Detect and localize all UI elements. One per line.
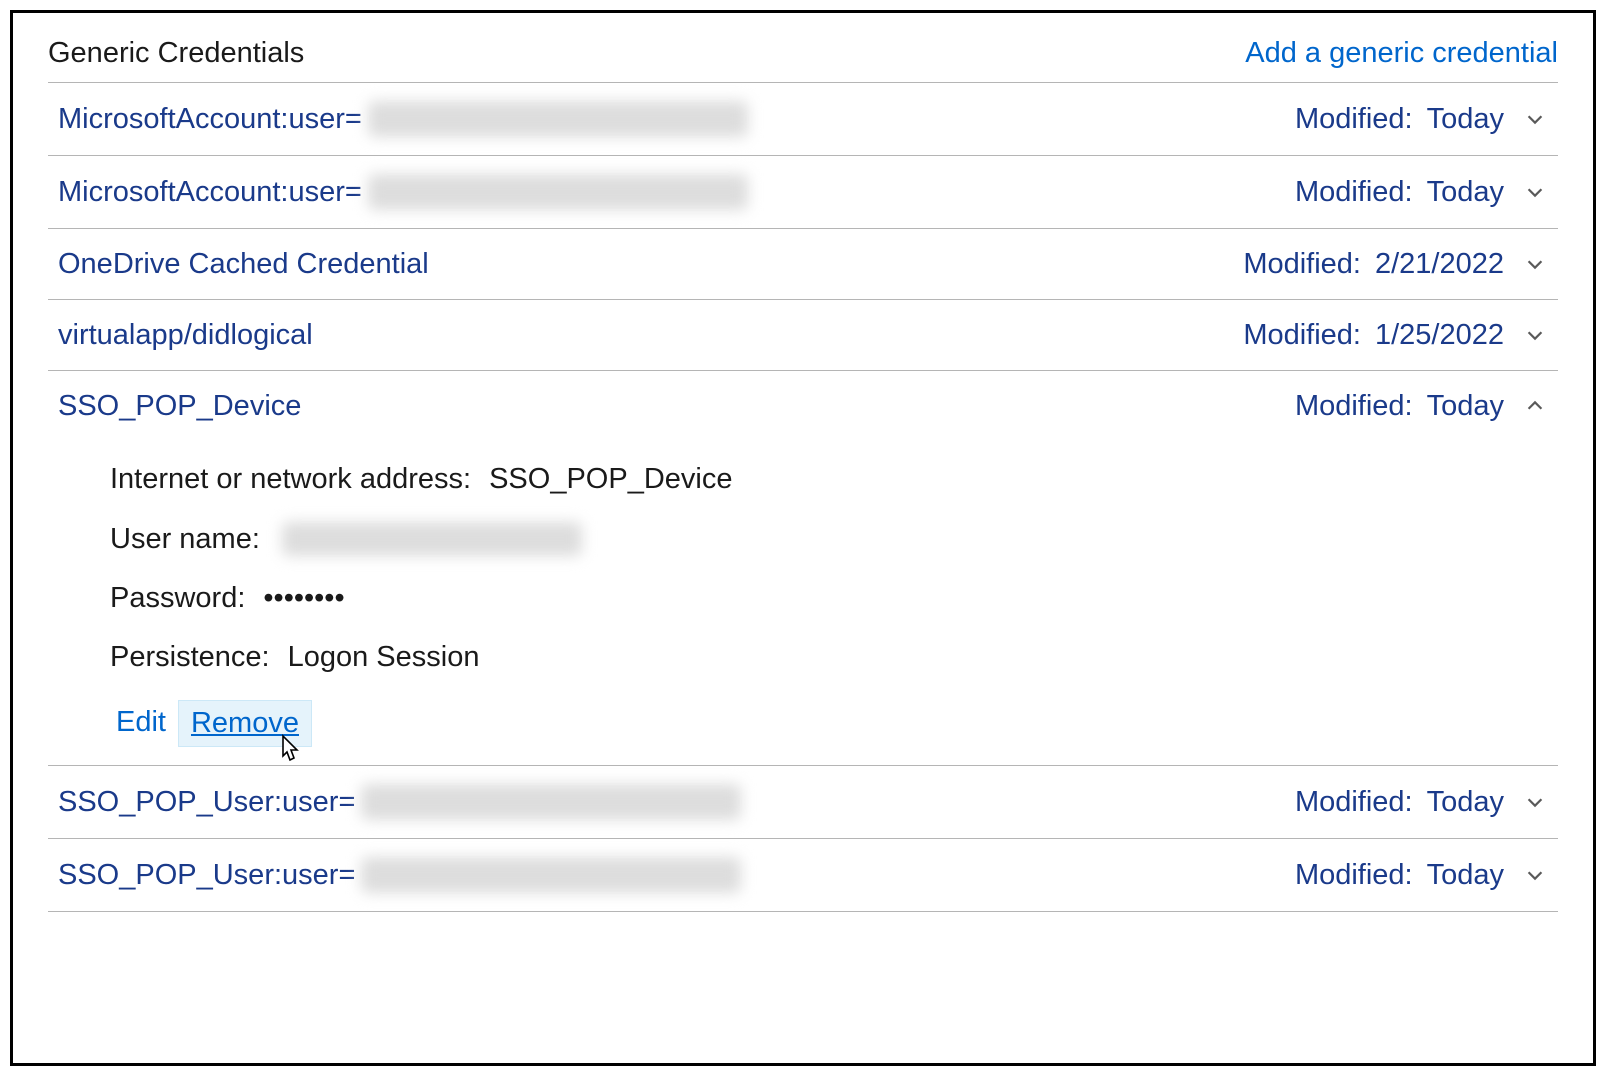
chevron-down-icon[interactable]: [1518, 858, 1552, 892]
credential-meta: Modified: Today: [1295, 102, 1552, 136]
credential-name: SSO_POP_User:user=: [58, 857, 741, 893]
credential-name-text: MicrosoftAccount:user=: [58, 176, 362, 209]
credential-name-text: SSO_POP_Device: [58, 390, 301, 423]
redacted-value: [368, 101, 748, 137]
modified-value: Today: [1427, 859, 1504, 892]
chevron-up-icon[interactable]: [1518, 389, 1552, 423]
password-mask: ••••••••: [263, 582, 344, 615]
modified-value: Today: [1427, 103, 1504, 136]
chevron-down-icon[interactable]: [1518, 102, 1552, 136]
modified-value: Today: [1427, 390, 1504, 423]
credential-name-text: SSO_POP_User:user=: [58, 786, 355, 819]
modified-label: Modified:: [1243, 319, 1361, 352]
credential-row[interactable]: SSO_POP_User:user= Modified: Today: [48, 765, 1558, 838]
chevron-down-icon[interactable]: [1518, 318, 1552, 352]
modified-value: Today: [1427, 176, 1504, 209]
section-title: Generic Credentials: [48, 37, 304, 70]
credential-detail-panel: Internet or network address: SSO_POP_Dev…: [48, 441, 1558, 765]
redacted-value: [361, 784, 741, 820]
persistence-label: Persistence:: [110, 641, 270, 674]
credential-meta: Modified: 1/25/2022: [1243, 318, 1552, 352]
redacted-value: [361, 857, 741, 893]
credential-row[interactable]: MicrosoftAccount:user= Modified: Today: [48, 82, 1558, 155]
address-label: Internet or network address:: [110, 463, 471, 496]
credential-name: SSO_POP_User:user=: [58, 784, 741, 820]
detail-password: Password: ••••••••: [110, 582, 1558, 615]
credential-name: MicrosoftAccount:user=: [58, 174, 748, 210]
modified-label: Modified:: [1295, 103, 1413, 136]
credential-row[interactable]: SSO_POP_User:user= Modified: Today: [48, 838, 1558, 912]
credential-meta: Modified: Today: [1295, 785, 1552, 819]
modified-value: 1/25/2022: [1375, 319, 1504, 352]
credential-meta: Modified: Today: [1295, 858, 1552, 892]
remove-link[interactable]: Remove: [178, 700, 312, 747]
modified-value: 2/21/2022: [1375, 248, 1504, 281]
credential-name: OneDrive Cached Credential: [58, 248, 429, 281]
credential-meta: Modified: Today: [1295, 175, 1552, 209]
redacted-value: [282, 522, 582, 556]
redacted-value: [368, 174, 748, 210]
credential-row[interactable]: virtualapp/didlogical Modified: 1/25/202…: [48, 299, 1558, 370]
credential-name-text: virtualapp/didlogical: [58, 319, 313, 352]
modified-label: Modified:: [1295, 786, 1413, 819]
credential-name: virtualapp/didlogical: [58, 319, 313, 352]
persistence-value: Logon Session: [288, 641, 480, 674]
chevron-down-icon[interactable]: [1518, 247, 1552, 281]
modified-label: Modified:: [1295, 859, 1413, 892]
modified-label: Modified:: [1295, 390, 1413, 423]
credential-row[interactable]: SSO_POP_Device Modified: Today: [48, 370, 1558, 441]
credential-row[interactable]: MicrosoftAccount:user= Modified: Today: [48, 155, 1558, 228]
credential-name: MicrosoftAccount:user=: [58, 101, 748, 137]
detail-address: Internet or network address: SSO_POP_Dev…: [110, 463, 1558, 496]
credential-name-text: MicrosoftAccount:user=: [58, 103, 362, 136]
address-value: SSO_POP_Device: [489, 463, 732, 496]
credential-meta: Modified: Today: [1295, 389, 1552, 423]
modified-label: Modified:: [1295, 176, 1413, 209]
modified-label: Modified:: [1243, 248, 1361, 281]
credential-list: MicrosoftAccount:user= Modified: Today M…: [48, 82, 1558, 912]
credential-manager-panel: Generic Credentials Add a generic creden…: [10, 10, 1596, 1066]
chevron-down-icon[interactable]: [1518, 785, 1552, 819]
edit-link[interactable]: Edit: [104, 700, 178, 747]
add-generic-credential-link[interactable]: Add a generic credential: [1245, 37, 1558, 70]
credential-name-text: OneDrive Cached Credential: [58, 248, 429, 281]
credential-meta: Modified: 2/21/2022: [1243, 247, 1552, 281]
credential-name-text: SSO_POP_User:user=: [58, 859, 355, 892]
modified-value: Today: [1427, 786, 1504, 819]
detail-actions: Edit Remove: [104, 700, 1558, 747]
chevron-down-icon[interactable]: [1518, 175, 1552, 209]
detail-username: User name:: [110, 522, 1558, 556]
detail-persistence: Persistence: Logon Session: [110, 641, 1558, 674]
password-label: Password:: [110, 582, 245, 615]
credential-name: SSO_POP_Device: [58, 390, 301, 423]
username-label: User name:: [110, 523, 260, 556]
credential-row[interactable]: OneDrive Cached Credential Modified: 2/2…: [48, 228, 1558, 299]
section-header: Generic Credentials Add a generic creden…: [48, 33, 1558, 82]
